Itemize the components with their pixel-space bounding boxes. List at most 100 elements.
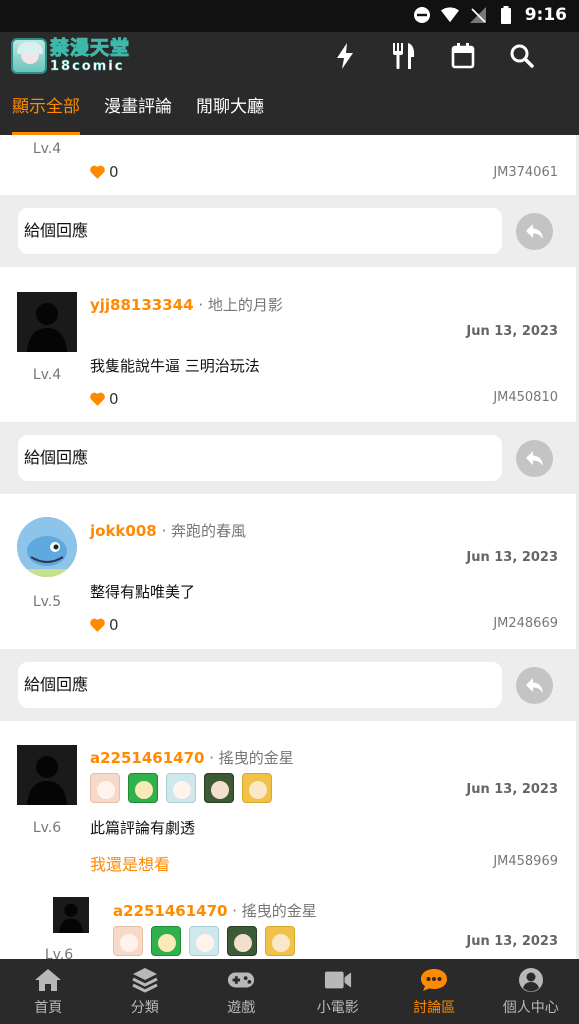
- bottom-nav: 首頁 分類 遊戲 小電影 討論區 個人中心: [0, 959, 579, 1024]
- reply-arrow-icon: [525, 450, 543, 466]
- sticker-badge: [128, 773, 158, 803]
- status-time: 9:16: [524, 5, 567, 25]
- avatar[interactable]: [17, 745, 77, 805]
- nav-label: 遊戲: [227, 999, 256, 1016]
- like-button[interactable]: 0: [90, 390, 119, 408]
- default-avatar-icon: [17, 745, 77, 805]
- logo-title: 禁漫天堂: [49, 37, 131, 59]
- nav-categories[interactable]: 分類: [97, 959, 194, 1024]
- reply-button[interactable]: [516, 440, 553, 477]
- nav-profile[interactable]: 個人中心: [483, 959, 579, 1024]
- reply-arrow-icon: [525, 677, 543, 693]
- badge-stickers: [113, 926, 295, 956]
- badge-stickers: [90, 773, 272, 803]
- reply-bar: 給個回應: [0, 422, 576, 494]
- like-button[interactable]: 0: [90, 616, 119, 634]
- nav-label: 討論區: [413, 999, 456, 1016]
- chat-bubble-icon: [420, 967, 448, 993]
- default-avatar-icon: [17, 292, 77, 352]
- logo-subtitle: 18comic: [50, 59, 125, 74]
- heart-icon: [90, 165, 105, 179]
- nav-forum[interactable]: 討論區: [386, 959, 483, 1024]
- comic-id[interactable]: JM458969: [493, 854, 558, 869]
- comment-text: 此篇評論有劇透: [90, 819, 196, 837]
- user-title: · 奔跑的春風: [156, 522, 247, 540]
- sticker-badge: [189, 926, 219, 956]
- nav-label: 首頁: [34, 999, 63, 1016]
- default-avatar-icon: [53, 897, 89, 933]
- like-button[interactable]: 0: [90, 163, 119, 181]
- user-level: Lv.4: [32, 367, 62, 383]
- reply-bar: 給個回應: [0, 649, 576, 721]
- sticker-badge: [113, 926, 143, 956]
- app-logo[interactable]: 禁漫天堂 18comic: [11, 38, 130, 74]
- user-level: Lv.6: [32, 820, 62, 836]
- sticker-badge: [151, 926, 181, 956]
- reply-input[interactable]: 給個回應: [18, 435, 502, 481]
- home-icon: [34, 967, 62, 993]
- video-camera-icon: [324, 967, 352, 993]
- like-count: 0: [109, 616, 119, 634]
- calendar-icon[interactable]: [450, 43, 476, 69]
- comic-id[interactable]: JM450810: [493, 390, 558, 405]
- nav-home[interactable]: 首頁: [0, 959, 97, 1024]
- like-count: 0: [109, 390, 119, 408]
- fork-knife-icon[interactable]: [391, 43, 417, 69]
- avatar[interactable]: [17, 292, 77, 352]
- user-title: · 地上的月影: [193, 296, 283, 314]
- reply-arrow-icon: [525, 223, 543, 239]
- comment-card: Lv.5 jokk008 · 奔跑的春風 Jun 13, 2023 整得有點唯美…: [0, 494, 576, 649]
- heart-icon: [90, 618, 105, 632]
- comment-text: 我隻能說牛逼 三明治玩法: [90, 357, 260, 375]
- nav-label: 個人中心: [502, 999, 559, 1016]
- username[interactable]: a2251461470: [113, 902, 228, 920]
- user-title: · 搖曳的金星: [227, 902, 317, 920]
- sticker-badge: [204, 773, 234, 803]
- do-not-disturb-icon: [413, 6, 431, 24]
- sticker-badge: [242, 773, 272, 803]
- reply-input[interactable]: 給個回應: [18, 208, 502, 254]
- comment-text: 整得有點唯美了: [90, 583, 196, 601]
- tab-show-all[interactable]: 顯示全部: [0, 94, 92, 135]
- nav-games[interactable]: 遊戲: [193, 959, 290, 1024]
- tab-chat-lobby[interactable]: 閒聊大廳: [184, 94, 276, 135]
- comment-date: Jun 13, 2023: [466, 324, 558, 339]
- comment-date: Jun 13, 2023: [466, 782, 558, 797]
- show-spoiler-link[interactable]: 我還是想看: [90, 851, 170, 875]
- tab-comic-reviews[interactable]: 漫畫評論: [92, 94, 184, 135]
- no-signal-icon: [469, 6, 487, 24]
- nav-label: 分類: [130, 999, 159, 1016]
- battery-icon: [497, 6, 515, 24]
- flash-icon[interactable]: [332, 43, 358, 69]
- reply-button[interactable]: [516, 667, 553, 704]
- username[interactable]: a2251461470: [90, 749, 205, 767]
- squirtle-avatar-icon: [17, 517, 77, 577]
- like-count: 0: [109, 163, 119, 181]
- comic-id[interactable]: JM248669: [493, 616, 558, 631]
- user-level: Lv.5: [32, 594, 62, 610]
- avatar[interactable]: [17, 517, 77, 577]
- nav-label: 小電影: [316, 999, 359, 1016]
- comic-id[interactable]: JM374061: [493, 165, 558, 180]
- user-level: Lv.6: [44, 947, 74, 959]
- reply-button[interactable]: [516, 213, 553, 250]
- wifi-icon: [440, 6, 459, 24]
- sticker-badge: [166, 773, 196, 803]
- gamepad-icon: [227, 967, 255, 993]
- user-circle-icon: [517, 967, 545, 993]
- username[interactable]: jokk008: [90, 522, 157, 540]
- nav-short-videos[interactable]: 小電影: [290, 959, 387, 1024]
- username[interactable]: yjj88133344: [90, 296, 194, 314]
- avatar[interactable]: [53, 897, 89, 933]
- layers-icon: [131, 967, 159, 993]
- search-icon[interactable]: [509, 43, 535, 69]
- tab-bar: 顯示全部 漫畫評論 閒聊大廳: [0, 94, 276, 135]
- comment-card: Lv.4 0 JM374061: [0, 135, 576, 195]
- logo-mascot-icon: [11, 38, 47, 74]
- app-header: 禁漫天堂 18comic 顯示全部 漫畫評論 閒聊大廳: [0, 32, 579, 135]
- reply-input[interactable]: 給個回應: [18, 662, 502, 708]
- reply-bar: 給個回應: [0, 195, 576, 267]
- comment-feed[interactable]: Lv.4 0 JM374061 給個回應 Lv.4 yjj88133344 · …: [0, 135, 579, 959]
- status-bar: 9:16: [0, 0, 579, 32]
- sticker-badge: [227, 926, 257, 956]
